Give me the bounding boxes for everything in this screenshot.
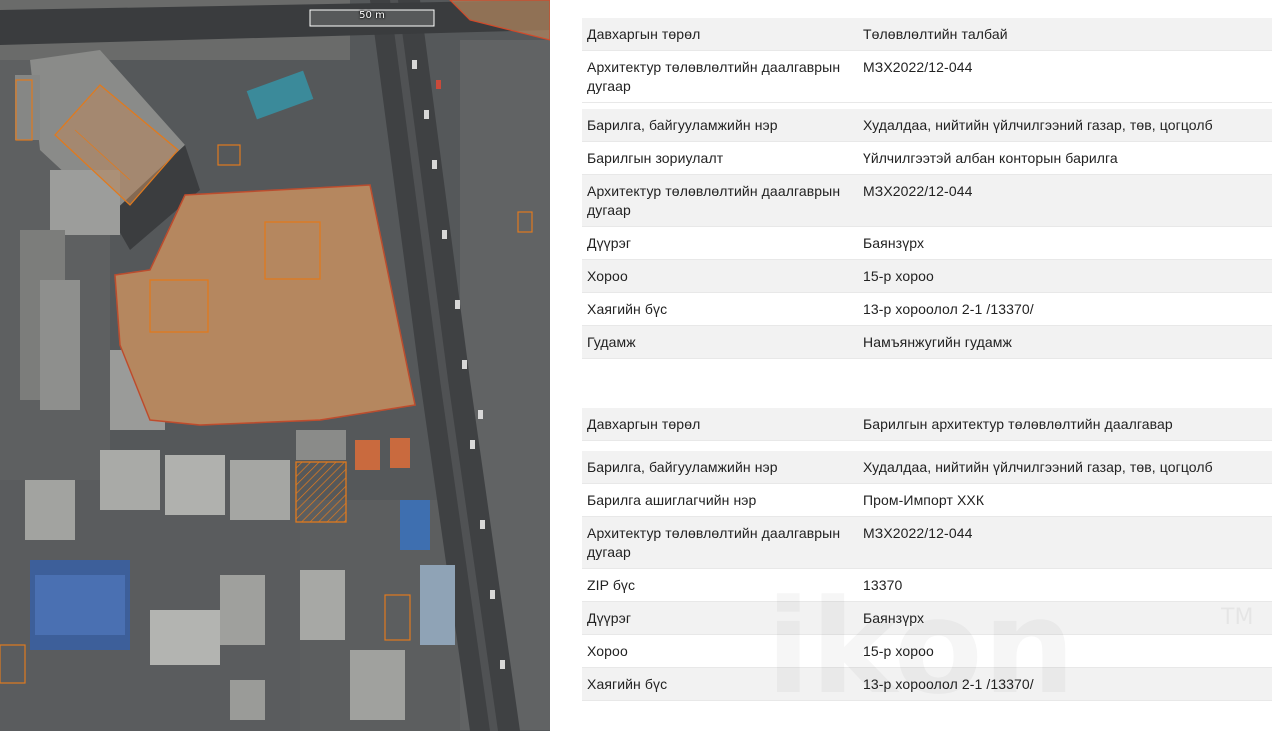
row-key: Хороо [582,259,858,293]
row-value: Баянзүрх [858,601,1272,635]
table-row: Хаягийн бүс 13-р хороолол 2-1 /13370/ [582,667,1272,701]
row-key: Хаягийн бүс [582,292,858,326]
table-row: Барилга, байгууламжийн нэр Худалдаа, ний… [582,451,1272,484]
table-row: Архитектур төлөвлөлтийн даалгаврын дугаа… [582,516,1272,569]
row-value: МЗХ2022/12-044 [858,516,1272,569]
row-key: Архитектур төлөвлөлтийн даалгаврын дугаа… [582,174,858,227]
table-row: Давхаргын төрөл Төлөвлөлтийн талбай [582,18,1272,51]
row-key: Гудамж [582,325,858,359]
row-key: Барилга ашиглагчийн нэр [582,483,858,517]
row-value: Үйлчилгээтэй албан конторын барилга [858,141,1272,175]
scale-label: 50 m [359,10,385,21]
row-key: Хаягийн бүс [582,667,858,701]
row-value: 13-р хороолол 2-1 /13370/ [858,292,1272,326]
table-row: Барилга ашиглагчийн нэр Пром-Импорт ХХК [582,483,1272,517]
row-value: 15-р хороо [858,259,1272,293]
row-value: Баянзүрх [858,226,1272,260]
table-row: ZIP бүс 13370 [582,568,1272,602]
row-key: Барилгын зориулалт [582,141,858,175]
row-value: 13-р хороолол 2-1 /13370/ [858,667,1272,701]
table-row: Дүүрэг Баянзүрх [582,226,1272,260]
info-table-architecture-task: Давхаргын төрөл Барилгын архитектур төлө… [582,408,1272,701]
table-row: Хаягийн бүс 13-р хороолол 2-1 /13370/ [582,292,1272,326]
table-row: Хороо 15-р хороо [582,259,1272,293]
row-value: МЗХ2022/12-044 [858,50,1272,103]
row-key: ZIP бүс [582,568,858,602]
table-row: Барилгын зориулалт Үйлчилгээтэй албан ко… [582,141,1272,175]
row-value: Пром-Импорт ХХК [858,483,1272,517]
row-value: Барилгын архитектур төлөвлөлтийн даалгав… [858,408,1272,441]
row-key: Архитектур төлөвлөлтийн даалгаврын дугаа… [582,516,858,569]
row-key: Барилга, байгууламжийн нэр [582,451,858,484]
table-row: Хороо 15-р хороо [582,634,1272,668]
row-key: Барилга, байгууламжийн нэр [582,109,858,142]
row-value: МЗХ2022/12-044 [858,174,1272,227]
page: 50 m Давхаргын төрөл Төлөвлөлтийн талбай… [0,0,1276,731]
table-row: Давхаргын төрөл Барилгын архитектур төлө… [582,408,1272,441]
row-value: Худалдаа, нийтийн үйлчилгээний газар, тө… [858,451,1272,484]
table-row: Гудамж Намъянжугийн гудамж [582,325,1272,359]
info-table-planning-area: Давхаргын төрөл Төлөвлөлтийн талбай Архи… [582,18,1272,359]
table-row: Дүүрэг Баянзүрх [582,601,1272,635]
row-key: Дүүрэг [582,601,858,635]
map-canvas[interactable] [0,0,550,731]
row-key: Дүүрэг [582,226,858,260]
table-row: Архитектур төлөвлөлтийн даалгаврын дугаа… [582,50,1272,103]
row-value: Худалдаа, нийтийн үйлчилгээний газар, тө… [858,109,1272,142]
row-value: Төлөвлөлтийн талбай [858,18,1272,51]
row-key: Архитектур төлөвлөлтийн даалгаврын дугаа… [582,50,858,103]
table-row: Барилга, байгууламжийн нэр Худалдаа, ний… [582,109,1272,142]
feature-info-panel: Давхаргын төрөл Төлөвлөлтийн талбай Архи… [582,0,1272,731]
row-value: Намъянжугийн гудамж [858,325,1272,359]
row-key: Давхаргын төрөл [582,408,858,441]
row-key: Хороо [582,634,858,668]
row-value: 15-р хороо [858,634,1272,668]
building-outline [295,461,347,523]
row-value: 13370 [858,568,1272,602]
table-row: Архитектур төлөвлөлтийн даалгаврын дугаа… [582,174,1272,227]
satellite-map[interactable]: 50 m [0,0,550,731]
row-key: Давхаргын төрөл [582,18,858,51]
